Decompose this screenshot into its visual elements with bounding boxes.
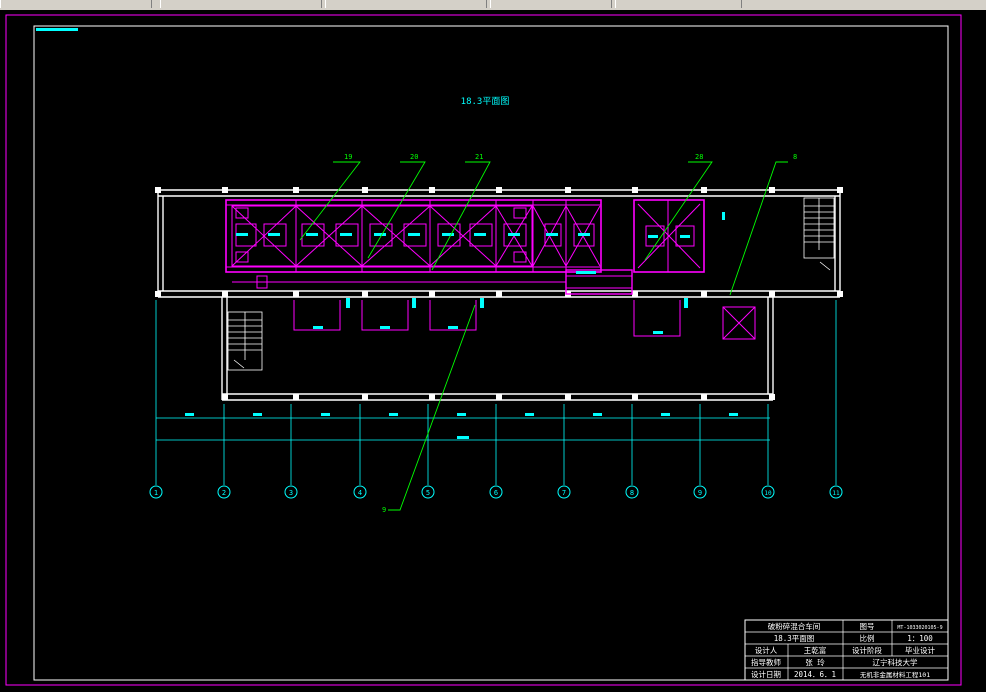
toolbar-segment[interactable] [490,0,612,8]
axis-bubble-2: 2 [217,485,231,499]
toolbar-segment[interactable] [160,0,322,8]
equipment-layout [225,199,756,340]
toolbar-segment[interactable] [325,0,487,8]
tb-label-drawing-no: 图号 [860,622,875,631]
tb-advisor: 张 玲 [805,657,825,667]
tb-sheet-name: 18.3平面图 [774,634,815,643]
hoppers [293,300,681,337]
tb-label-advisor: 指导教师 [751,657,781,667]
axis-label: 9 [698,489,702,497]
columns [155,187,843,400]
axis-label: 3 [289,489,293,497]
drawing-canvas[interactable]: 18.3平面图 1 2 3 4 5 6 7 8 9 10 11 19 20 21… [0,10,986,688]
leader-labels: 19 20 21 28 8 9 [344,153,797,514]
tb-label-designer: 设计人 [755,645,778,655]
tb-date: 2014．6．1 [794,670,836,679]
axis-label: 2 [222,489,226,497]
axis-bubble-10: 10 [761,485,775,499]
tb-project: 破粉碎混合车间 [768,621,821,631]
axis-bubble-6: 6 [489,485,503,499]
sheet-border [5,14,962,686]
axis-bubble-3: 3 [284,485,298,499]
axis-label: 5 [426,489,430,497]
axis-bubbles: 1 2 3 4 5 6 7 8 9 10 11 [149,485,843,499]
axis-bubble-5: 5 [421,485,435,499]
axis-label: 1 [154,489,158,497]
frame-tag [36,28,78,31]
leader-label: 9 [382,506,386,514]
leader-label: 8 [793,153,797,161]
toolbar-segment[interactable] [0,0,152,8]
axis-label: 11 [832,490,840,497]
axis-bubble-4: 4 [353,485,367,499]
tb-stage: 毕业设计 [905,645,935,655]
axis-bubble-8: 8 [625,485,639,499]
axis-bubble-7: 7 [557,485,571,499]
toolbar-segment[interactable] [615,0,742,8]
tb-class: 无机非金属材料工程101 [860,670,930,679]
dimension-values [185,413,738,439]
axis-label: 10 [764,490,772,497]
tb-drawing-no: MT-1033020105-9 [897,625,942,631]
leader-label: 28 [695,153,703,161]
leader-label: 20 [410,153,418,161]
plan-title: 18.3平面图 [461,96,510,107]
tb-scale: 1：100 [907,634,933,643]
leader-label: 19 [344,153,352,161]
title-block: 破粉碎混合车间 18.3平面图 图号 MT-1033020105-9 比例 1：… [744,619,949,681]
tb-label-scale: 比例 [860,633,875,643]
axis-label: 4 [358,489,362,497]
tb-designer: 王乾富 [804,645,827,655]
tb-school: 辽宁科技大学 [873,657,918,667]
axis-label: 7 [562,489,566,497]
axis-label: 6 [494,489,498,497]
axis-bubble-11: 11 [829,485,843,499]
cad-drawing: 18.3平面图 1 2 3 4 5 6 7 8 9 10 11 19 20 21… [5,14,962,686]
leader-lines [299,161,788,511]
leader-label: 21 [475,153,483,161]
tb-label-stage: 设计阶段 [852,645,882,655]
equipment-markers [236,212,725,334]
axis-label: 8 [630,489,634,497]
tb-label-date: 设计日期 [751,669,781,679]
axis-bubble-1: 1 [149,485,163,499]
axis-bubble-9: 9 [693,485,707,499]
drawing-frame [33,25,949,681]
